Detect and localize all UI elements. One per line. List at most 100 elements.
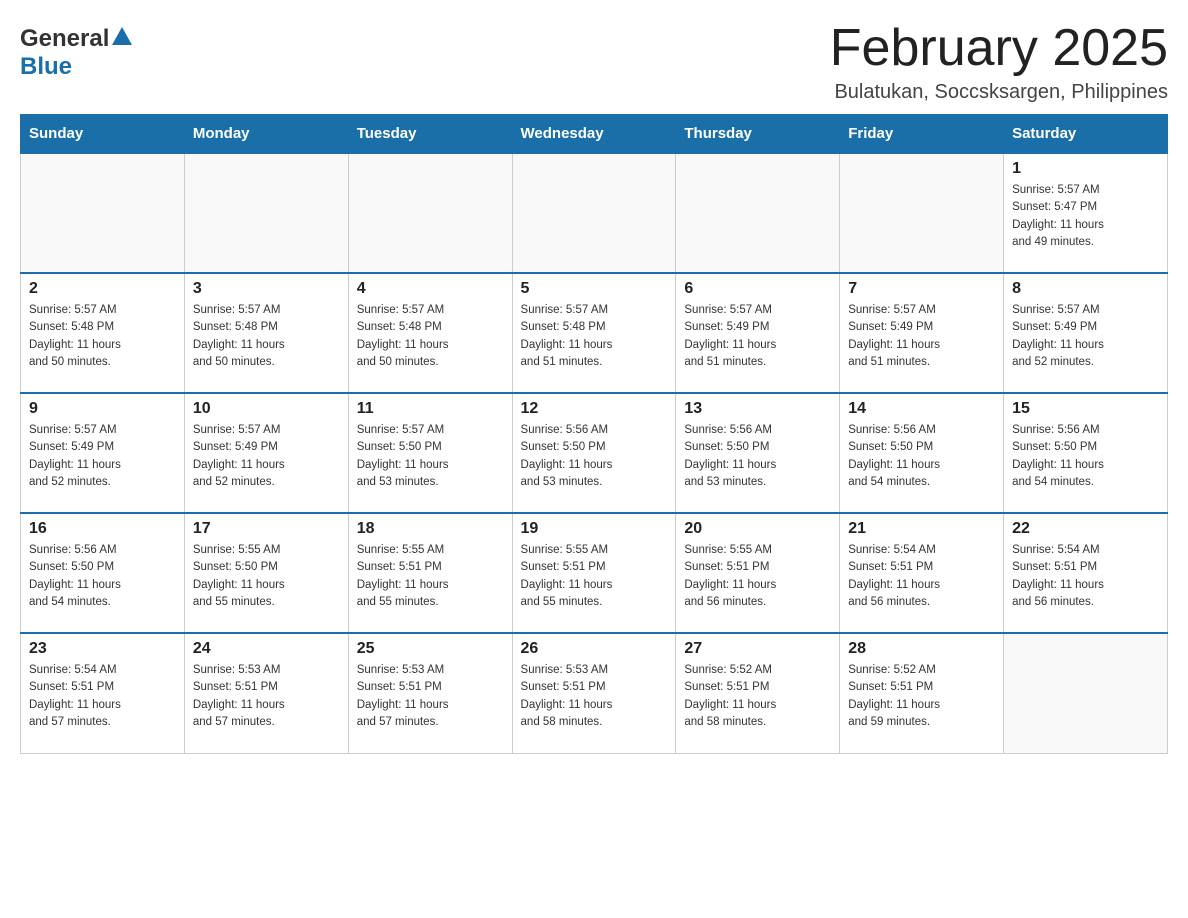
day-cell: 9 Sunrise: 5:57 AM Sunset: 5:49 PM Daylig… xyxy=(21,393,185,513)
day-info: Sunrise: 5:53 AM Sunset: 5:51 PM Dayligh… xyxy=(357,662,504,731)
day-info: Sunrise: 5:57 AM Sunset: 5:49 PM Dayligh… xyxy=(193,422,340,491)
day-info: Sunrise: 5:57 AM Sunset: 5:48 PM Dayligh… xyxy=(521,302,668,371)
day-info: Sunrise: 5:57 AM Sunset: 5:49 PM Dayligh… xyxy=(1012,302,1159,371)
day-info: Sunrise: 5:56 AM Sunset: 5:50 PM Dayligh… xyxy=(848,422,995,491)
day-cell: 15 Sunrise: 5:56 AM Sunset: 5:50 PM Dayli… xyxy=(1004,393,1168,513)
title-block: February 2025 Bulatukan, Soccsksargen, P… xyxy=(830,20,1168,104)
weekday-header-wednesday: Wednesday xyxy=(512,115,676,154)
day-number: 14 xyxy=(848,400,995,418)
day-number: 22 xyxy=(1012,520,1159,538)
logo-general: General xyxy=(20,25,109,53)
day-cell: 17Sunrise: 5:55 AM Sunset: 5:50 PM Dayli… xyxy=(184,513,348,633)
day-cell: 27 Sunrise: 5:52 AM Sunset: 5:51 PM Dayli… xyxy=(676,633,840,753)
day-cell: 23 Sunrise: 5:54 AM Sunset: 5:51 PM Dayli… xyxy=(21,633,185,753)
day-cell: 10Sunrise: 5:57 AM Sunset: 5:49 PM Dayli… xyxy=(184,393,348,513)
day-info: Sunrise: 5:53 AM Sunset: 5:51 PM Dayligh… xyxy=(521,662,668,731)
day-cell: 28 Sunrise: 5:52 AM Sunset: 5:51 PM Dayli… xyxy=(840,633,1004,753)
day-number: 18 xyxy=(357,520,504,538)
logo-triangle-icon xyxy=(112,27,132,45)
day-number: 25 xyxy=(357,640,504,658)
day-info: Sunrise: 5:55 AM Sunset: 5:51 PM Dayligh… xyxy=(521,542,668,611)
day-cell xyxy=(512,153,676,273)
weekday-header-saturday: Saturday xyxy=(1004,115,1168,154)
day-number: 19 xyxy=(521,520,668,538)
day-number: 8 xyxy=(1012,280,1159,298)
day-number: 17 xyxy=(193,520,340,538)
day-number: 9 xyxy=(29,400,176,418)
page-header: General Blue February 2025 Bulatukan, So… xyxy=(20,20,1168,104)
day-number: 3 xyxy=(193,280,340,298)
day-cell: 7 Sunrise: 5:57 AM Sunset: 5:49 PM Daylig… xyxy=(840,273,1004,393)
day-cell xyxy=(676,153,840,273)
day-info: Sunrise: 5:56 AM Sunset: 5:50 PM Dayligh… xyxy=(521,422,668,491)
day-info: Sunrise: 5:52 AM Sunset: 5:51 PM Dayligh… xyxy=(684,662,831,731)
day-info: Sunrise: 5:57 AM Sunset: 5:48 PM Dayligh… xyxy=(193,302,340,371)
day-info: Sunrise: 5:57 AM Sunset: 5:49 PM Dayligh… xyxy=(848,302,995,371)
day-info: Sunrise: 5:55 AM Sunset: 5:51 PM Dayligh… xyxy=(357,542,504,611)
day-number: 13 xyxy=(684,400,831,418)
day-number: 1 xyxy=(1012,160,1159,178)
day-cell: 11 Sunrise: 5:57 AM Sunset: 5:50 PM Dayli… xyxy=(348,393,512,513)
day-cell: 4Sunrise: 5:57 AM Sunset: 5:48 PM Daylig… xyxy=(348,273,512,393)
day-cell xyxy=(1004,633,1168,753)
day-number: 12 xyxy=(521,400,668,418)
day-info: Sunrise: 5:53 AM Sunset: 5:51 PM Dayligh… xyxy=(193,662,340,731)
weekday-header-sunday: Sunday xyxy=(21,115,185,154)
day-cell xyxy=(184,153,348,273)
day-cell: 6Sunrise: 5:57 AM Sunset: 5:49 PM Daylig… xyxy=(676,273,840,393)
day-number: 21 xyxy=(848,520,995,538)
day-cell: 26 Sunrise: 5:53 AM Sunset: 5:51 PM Dayli… xyxy=(512,633,676,753)
day-cell xyxy=(348,153,512,273)
day-cell: 12 Sunrise: 5:56 AM Sunset: 5:50 PM Dayli… xyxy=(512,393,676,513)
day-cell: 1Sunrise: 5:57 AM Sunset: 5:47 PM Daylig… xyxy=(1004,153,1168,273)
day-info: Sunrise: 5:57 AM Sunset: 5:50 PM Dayligh… xyxy=(357,422,504,491)
day-info: Sunrise: 5:54 AM Sunset: 5:51 PM Dayligh… xyxy=(1012,542,1159,611)
week-row-1: 1Sunrise: 5:57 AM Sunset: 5:47 PM Daylig… xyxy=(21,153,1168,273)
calendar-title: February 2025 xyxy=(830,20,1168,77)
day-info: Sunrise: 5:57 AM Sunset: 5:49 PM Dayligh… xyxy=(29,422,176,491)
weekday-header-tuesday: Tuesday xyxy=(348,115,512,154)
day-cell: 18 Sunrise: 5:55 AM Sunset: 5:51 PM Dayli… xyxy=(348,513,512,633)
weekday-header-row: SundayMondayTuesdayWednesdayThursdayFrid… xyxy=(21,115,1168,154)
day-cell xyxy=(840,153,1004,273)
day-cell: 25 Sunrise: 5:53 AM Sunset: 5:51 PM Dayli… xyxy=(348,633,512,753)
weekday-header-friday: Friday xyxy=(840,115,1004,154)
day-info: Sunrise: 5:55 AM Sunset: 5:51 PM Dayligh… xyxy=(684,542,831,611)
day-info: Sunrise: 5:57 AM Sunset: 5:49 PM Dayligh… xyxy=(684,302,831,371)
day-number: 11 xyxy=(357,400,504,418)
day-cell: 24Sunrise: 5:53 AM Sunset: 5:51 PM Dayli… xyxy=(184,633,348,753)
day-cell: 2 Sunrise: 5:57 AM Sunset: 5:48 PM Daylig… xyxy=(21,273,185,393)
day-info: Sunrise: 5:54 AM Sunset: 5:51 PM Dayligh… xyxy=(848,542,995,611)
day-cell: 13 Sunrise: 5:56 AM Sunset: 5:50 PM Dayli… xyxy=(676,393,840,513)
day-number: 23 xyxy=(29,640,176,658)
weekday-header-monday: Monday xyxy=(184,115,348,154)
day-info: Sunrise: 5:56 AM Sunset: 5:50 PM Dayligh… xyxy=(684,422,831,491)
day-info: Sunrise: 5:54 AM Sunset: 5:51 PM Dayligh… xyxy=(29,662,176,731)
day-cell: 3 Sunrise: 5:57 AM Sunset: 5:48 PM Daylig… xyxy=(184,273,348,393)
week-row-5: 23 Sunrise: 5:54 AM Sunset: 5:51 PM Dayli… xyxy=(21,633,1168,753)
day-number: 5 xyxy=(521,280,668,298)
day-number: 28 xyxy=(848,640,995,658)
day-cell: 21 Sunrise: 5:54 AM Sunset: 5:51 PM Dayli… xyxy=(840,513,1004,633)
day-cell: 8 Sunrise: 5:57 AM Sunset: 5:49 PM Daylig… xyxy=(1004,273,1168,393)
logo: General Blue xyxy=(20,20,132,81)
day-cell: 22 Sunrise: 5:54 AM Sunset: 5:51 PM Dayli… xyxy=(1004,513,1168,633)
day-number: 7 xyxy=(848,280,995,298)
day-cell xyxy=(21,153,185,273)
day-number: 20 xyxy=(684,520,831,538)
day-info: Sunrise: 5:57 AM Sunset: 5:48 PM Dayligh… xyxy=(29,302,176,371)
week-row-3: 9 Sunrise: 5:57 AM Sunset: 5:49 PM Daylig… xyxy=(21,393,1168,513)
day-info: Sunrise: 5:56 AM Sunset: 5:50 PM Dayligh… xyxy=(29,542,176,611)
logo-blue: Blue xyxy=(20,53,72,81)
day-number: 16 xyxy=(29,520,176,538)
day-number: 15 xyxy=(1012,400,1159,418)
day-cell: 5 Sunrise: 5:57 AM Sunset: 5:48 PM Daylig… xyxy=(512,273,676,393)
day-info: Sunrise: 5:57 AM Sunset: 5:48 PM Dayligh… xyxy=(357,302,504,371)
day-info: Sunrise: 5:52 AM Sunset: 5:51 PM Dayligh… xyxy=(848,662,995,731)
day-number: 26 xyxy=(521,640,668,658)
day-cell: 16 Sunrise: 5:56 AM Sunset: 5:50 PM Dayli… xyxy=(21,513,185,633)
day-info: Sunrise: 5:56 AM Sunset: 5:50 PM Dayligh… xyxy=(1012,422,1159,491)
day-cell: 20 Sunrise: 5:55 AM Sunset: 5:51 PM Dayli… xyxy=(676,513,840,633)
day-number: 27 xyxy=(684,640,831,658)
day-number: 2 xyxy=(29,280,176,298)
